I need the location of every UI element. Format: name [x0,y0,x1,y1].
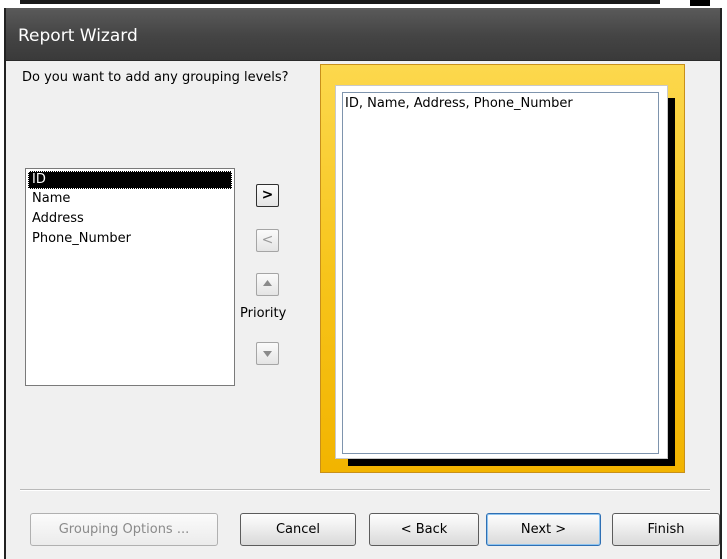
grouping-options-label: Grouping Options ... [58,522,190,537]
footer-divider [20,489,710,491]
cancel-button[interactable]: Cancel [240,513,356,546]
grouping-options-button[interactable]: Grouping Options ... [30,513,218,546]
grouping-prompt: Do you want to add any grouping levels? [22,70,289,85]
title-bar: Report Wizard [6,8,720,61]
preview-fields-text: ID, Name, Address, Phone_Number [345,96,573,111]
add-grouping-button[interactable]: > [256,184,279,207]
up-arrow-icon [263,280,272,286]
cancel-label: Cancel [275,522,321,537]
back-label: < Back [400,522,448,537]
next-button[interactable]: Next > [486,513,601,546]
priority-down-button[interactable] [256,342,279,365]
top-edge-marks [20,0,710,6]
priority-up-button[interactable] [256,273,279,296]
finish-label: Finish [647,522,685,537]
back-button[interactable]: < Back [369,513,479,546]
field-list-item-name[interactable]: Name [26,189,234,209]
down-arrow-icon [263,351,272,357]
field-list-item-id[interactable]: ID [28,171,232,189]
finish-button[interactable]: Finish [612,513,720,546]
preview-group-box: ID, Name, Address, Phone_Number [342,92,659,454]
window-title: Report Wizard [18,26,138,46]
field-list[interactable]: ID Name Address Phone_Number [25,168,235,386]
field-list-item-phone-number[interactable]: Phone_Number [26,229,234,249]
remove-grouping-button[interactable]: < [256,229,279,252]
top-strip [0,0,727,8]
priority-label: Priority [240,306,287,321]
next-label: Next > [520,522,567,537]
field-list-item-address[interactable]: Address [26,209,234,229]
